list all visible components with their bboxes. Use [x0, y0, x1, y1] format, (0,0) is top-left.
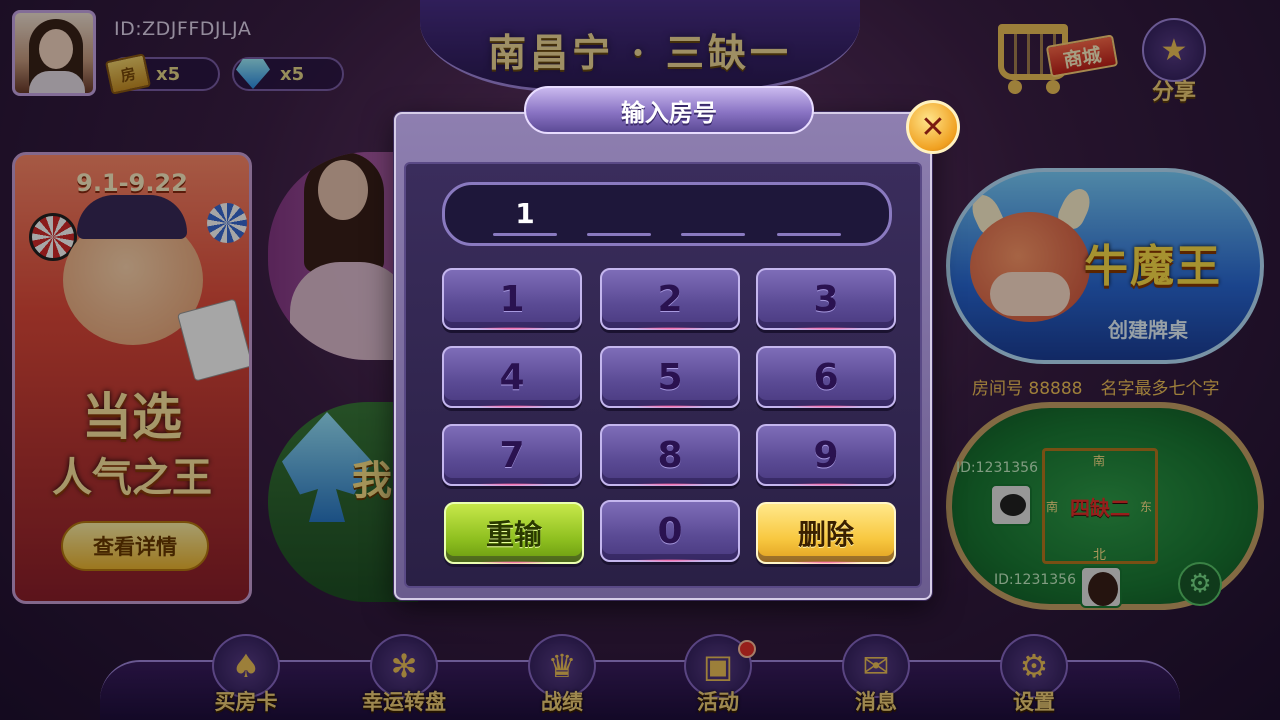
digit-slot: 1 — [493, 187, 557, 243]
digit-underline — [587, 233, 651, 236]
room-number-input[interactable]: 1 — [442, 182, 892, 246]
key-4[interactable]: 4 — [442, 346, 582, 408]
key-1[interactable]: 1 — [442, 268, 582, 330]
digit-underline — [681, 233, 745, 236]
digit-slot — [681, 187, 745, 243]
key-6[interactable]: 6 — [756, 346, 896, 408]
digit-underline — [493, 233, 557, 236]
digit-value: 1 — [515, 197, 535, 230]
digit-underline — [777, 233, 841, 236]
reset-button[interactable]: 重输 — [444, 502, 584, 564]
close-icon[interactable]: ✕ — [906, 100, 960, 154]
key-7[interactable]: 7 — [442, 424, 582, 486]
digit-slot — [587, 187, 651, 243]
key-5[interactable]: 5 — [600, 346, 740, 408]
key-9[interactable]: 9 — [756, 424, 896, 486]
key-2[interactable]: 2 — [600, 268, 740, 330]
dialog-title: 输入房号 — [524, 86, 814, 134]
key-8[interactable]: 8 — [600, 424, 740, 486]
key-3[interactable]: 3 — [756, 268, 896, 330]
digit-slot — [777, 187, 841, 243]
delete-button[interactable]: 删除 — [756, 502, 896, 564]
key-0[interactable]: 0 — [600, 500, 740, 562]
